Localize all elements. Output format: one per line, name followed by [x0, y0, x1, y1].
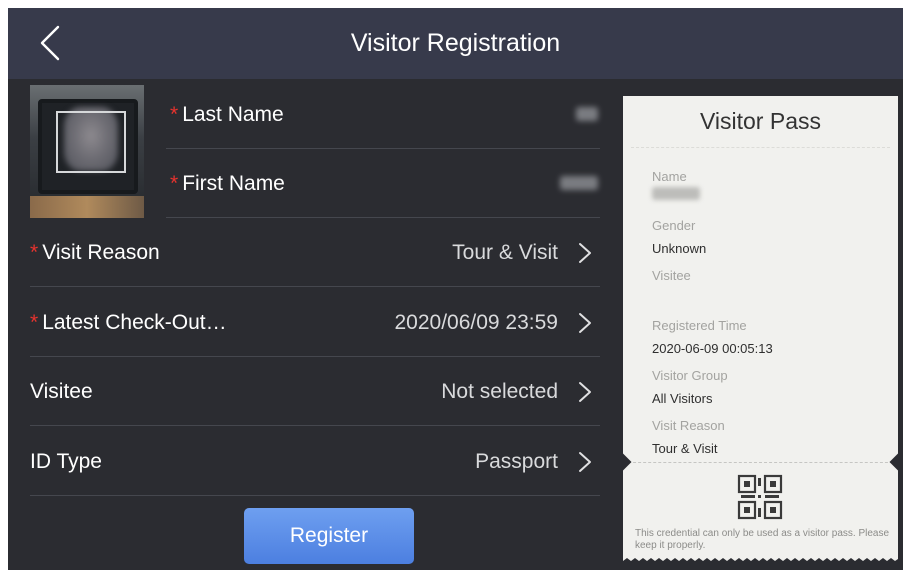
visitee-label: Visitee [30, 380, 93, 403]
pass-title: Visitor Pass [699, 108, 821, 134]
chevron-right-icon [579, 313, 591, 333]
chevron-right-icon [579, 382, 591, 402]
checkout-label: Latest Check-Out… [42, 311, 227, 334]
pass-registered-time-label: Registered Time [652, 318, 747, 333]
pass-visitor-group-label: Visitor Group [652, 368, 728, 383]
first-name-row[interactable]: * First Name [166, 149, 600, 218]
photo-monitor-shape [38, 99, 138, 194]
id-type-row[interactable]: ID Type Passport [30, 427, 600, 496]
last-name-label: Last Name [182, 103, 284, 126]
visit-reason-row[interactable]: * Visit Reason Tour & Visit [30, 218, 600, 287]
first-name-label-wrap: * First Name [170, 149, 285, 218]
visit-reason-value: Tour & Visit [452, 241, 558, 264]
pass-notch-left [623, 453, 632, 471]
qr-code-icon [737, 474, 783, 520]
pass-name-label: Name [652, 169, 687, 184]
checkout-value: 2020/06/09 23:59 [394, 311, 559, 334]
register-button[interactable]: Register [244, 508, 414, 564]
first-name-value-blurred [560, 176, 598, 190]
visitee-row[interactable]: Visitee Not selected [30, 357, 600, 426]
pass-name-value-blurred [652, 187, 700, 200]
header-bar: Visitor Registration [8, 8, 903, 79]
checkout-label-wrap: * Latest Check-Out… [30, 288, 227, 357]
pass-gender-label: Gender [652, 218, 696, 233]
required-mark: * [30, 311, 39, 334]
pass-gender-value: Unknown [652, 241, 707, 256]
id-type-label: ID Type [30, 450, 102, 473]
last-name-label-wrap: * Last Name [170, 80, 284, 149]
pass-visitor-group-value: All Visitors [652, 391, 713, 406]
last-name-row[interactable]: * Last Name [166, 80, 600, 149]
photo-desk-shape [30, 196, 144, 218]
required-mark: * [170, 103, 179, 126]
pass-visit-reason-value: Tour & Visit [652, 441, 718, 456]
required-mark: * [30, 241, 39, 264]
pass-note: This credential can only be used as a vi… [635, 528, 890, 551]
checkout-time-row[interactable]: * Latest Check-Out… 2020/06/09 23:59 [30, 288, 600, 357]
pass-visitee-label: Visitee [652, 268, 691, 283]
pass-registered-time-value: 2020-06-09 00:05:13 [652, 341, 773, 356]
id-type-value: Passport [475, 450, 558, 473]
pass-zigzag-edge [623, 558, 898, 564]
visitee-value: Not selected [441, 380, 558, 403]
pass-divider [631, 147, 890, 148]
chevron-right-icon [579, 243, 591, 263]
visitor-registration-screen: Visitor Registration * Last Name * First N… [8, 8, 903, 570]
face-frame [56, 111, 126, 173]
chevron-right-icon [579, 452, 591, 472]
visit-reason-label-wrap: * Visit Reason [30, 218, 160, 287]
last-name-value-blurred [576, 107, 598, 121]
visitor-photo[interactable] [30, 85, 144, 218]
pass-notch-right [889, 453, 898, 471]
page-title: Visitor Registration [350, 29, 561, 57]
visitor-pass-card: Visitor Pass Name Gender Unknown Visitee… [623, 96, 898, 564]
required-mark: * [170, 172, 179, 195]
visit-reason-label: Visit Reason [42, 241, 160, 264]
first-name-label: First Name [182, 172, 285, 195]
pass-tear-line [623, 462, 898, 463]
pass-visit-reason-label: Visit Reason [652, 418, 725, 433]
